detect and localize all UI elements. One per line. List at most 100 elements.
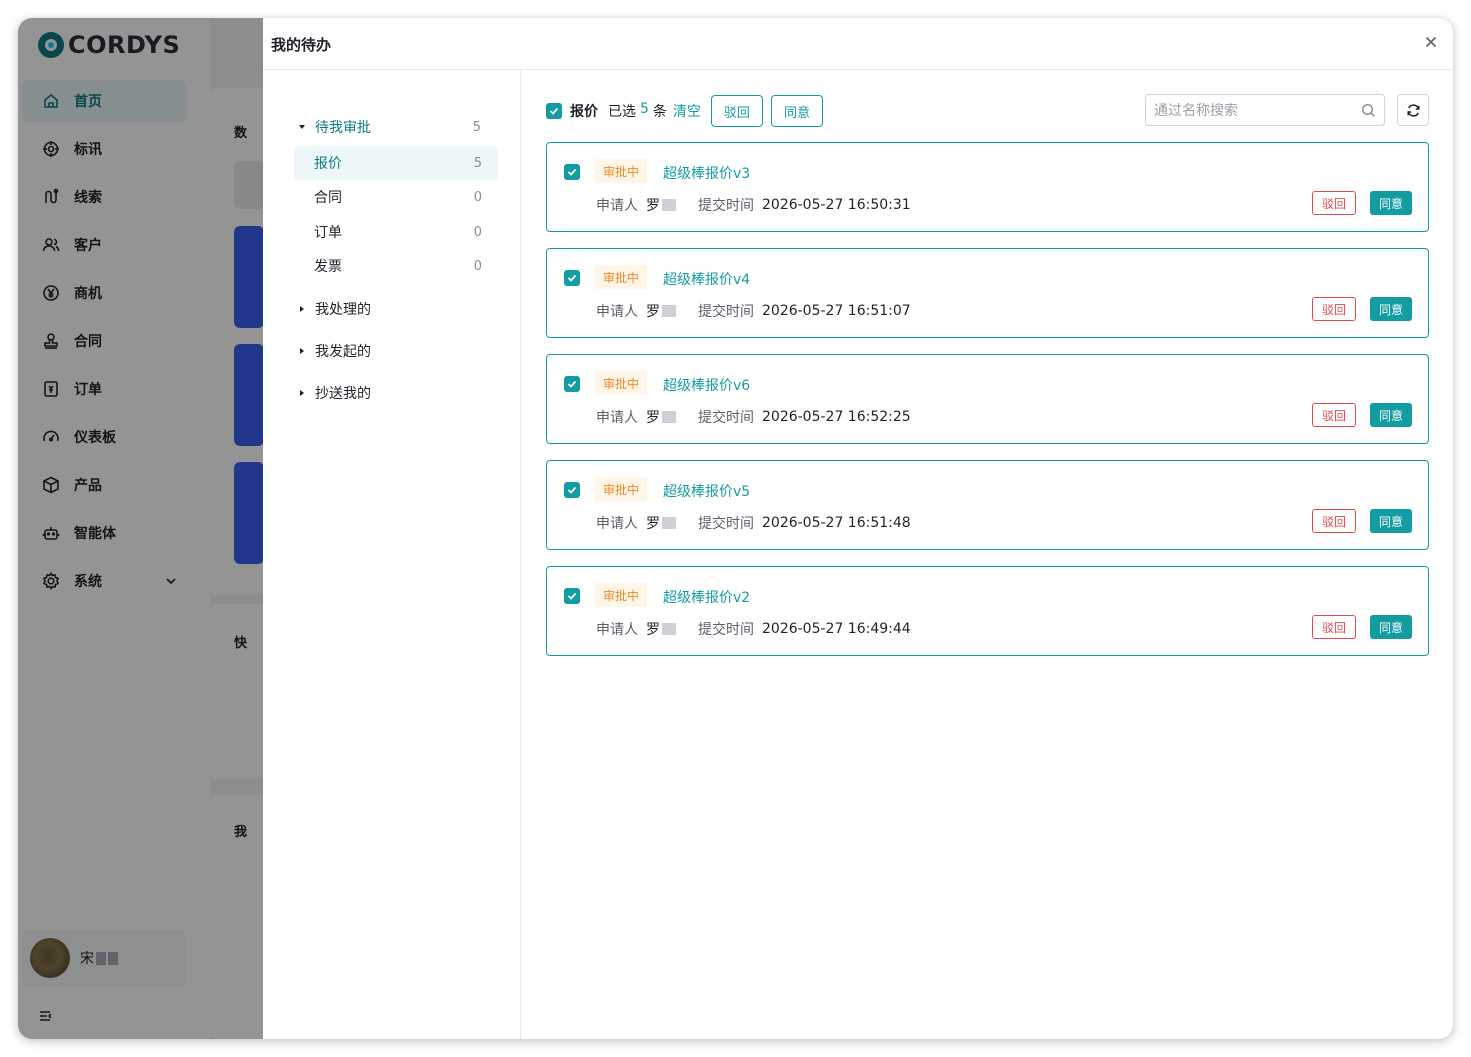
search-input[interactable]: 通过名称搜索	[1145, 94, 1385, 126]
item-checkbox[interactable]	[564, 376, 580, 392]
selected-suffix: 条	[652, 104, 667, 120]
approval-list-panel: 报价 已选 5 条 清空 驳回 同意 通过名称搜索 审批中 超级棒报价v3 申请…	[522, 70, 1453, 1039]
submit-time-value: 2026-05-27 16:51:07	[762, 303, 911, 319]
batch-reject-button[interactable]: 驳回	[710, 95, 763, 127]
search-placeholder: 通过名称搜索	[1154, 103, 1238, 119]
reject-button[interactable]: 驳回	[1311, 297, 1356, 321]
selected-prefix: 已选	[608, 104, 636, 120]
tree-node-invoice[interactable]: 发票 0	[294, 249, 498, 283]
submit-time-label: 提交时间	[698, 410, 754, 426]
item-checkbox[interactable]	[564, 588, 580, 604]
item-name-link[interactable]: 超级棒报价v6	[663, 375, 750, 395]
redacted-block	[662, 199, 676, 211]
todo-drawer: 我的待办 待我审批 5 报价 5 合同 0 订单 0 发票 0 我处理的 我发起…	[263, 18, 1453, 1039]
item-name-link[interactable]: 超级棒报价v4	[663, 269, 750, 289]
tree-node-label: 报价	[314, 156, 342, 172]
refresh-button[interactable]	[1397, 94, 1429, 126]
tree-node-label: 抄送我的	[315, 386, 371, 402]
redacted-block	[662, 305, 676, 317]
tree-node-count: 0	[473, 189, 482, 205]
applicant-label: 申请人	[596, 516, 638, 532]
item-checkbox[interactable]	[564, 270, 580, 286]
applicant-value: 罗	[646, 407, 676, 427]
tree-node-label: 发票	[314, 259, 342, 275]
applicant-name: 罗	[646, 198, 660, 214]
app-window: CORDYS 首页 标讯 线索 客户 商机 合同 订单 仪表板 产品 智能体 系…	[18, 18, 1453, 1039]
applicant-label: 申请人	[596, 622, 638, 638]
status-badge: 审批中	[595, 477, 648, 501]
tree-node-label: 待我审批	[315, 120, 371, 136]
submit-time-label: 提交时间	[698, 304, 754, 320]
submit-time-label: 提交时间	[698, 516, 754, 532]
tree-node-pending-approval[interactable]: 待我审批 5	[293, 110, 497, 144]
caret-right-icon	[295, 302, 309, 316]
drawer-title: 我的待办	[271, 36, 332, 54]
applicant-label: 申请人	[596, 304, 638, 320]
category-tree: 待我审批 5 报价 5 合同 0 订单 0 发票 0 我处理的 我发起的 抄送我…	[263, 70, 521, 1039]
agree-button[interactable]: 同意	[1369, 297, 1412, 321]
batch-toolbar: 报价 已选 5 条 清空 驳回 同意 通过名称搜索	[546, 94, 1429, 128]
agree-button[interactable]: 同意	[1369, 191, 1412, 215]
item-meta: 申请人 罗 提交时间 2026-05-27 16:51:48	[596, 513, 911, 533]
tree-node-handled[interactable]: 我处理的	[293, 292, 497, 326]
approval-card[interactable]: 审批中 超级棒报价v5 申请人 罗 提交时间 2026-05-27 16:51:…	[546, 460, 1429, 550]
caret-right-icon	[295, 386, 309, 400]
agree-button[interactable]: 同意	[1369, 509, 1412, 533]
reject-button[interactable]: 驳回	[1311, 615, 1356, 639]
tree-node-initiated[interactable]: 我发起的	[293, 334, 497, 368]
approval-card[interactable]: 审批中 超级棒报价v3 申请人 罗 提交时间 2026-05-27 16:50:…	[546, 142, 1429, 232]
submit-time-value: 2026-05-27 16:49:44	[762, 621, 911, 637]
agree-button[interactable]: 同意	[1369, 615, 1412, 639]
search-icon[interactable]	[1361, 103, 1376, 118]
item-checkbox[interactable]	[564, 482, 580, 498]
approval-card[interactable]: 审批中 超级棒报价v2 申请人 罗 提交时间 2026-05-27 16:49:…	[546, 566, 1429, 656]
tree-node-count: 5	[472, 119, 481, 135]
tree-node-label: 我发起的	[315, 344, 371, 360]
refresh-icon	[1406, 103, 1420, 117]
item-meta: 申请人 罗 提交时间 2026-05-27 16:51:07	[596, 301, 911, 321]
reject-button[interactable]: 驳回	[1311, 191, 1356, 215]
item-checkbox[interactable]	[564, 164, 580, 180]
tree-node-count: 5	[473, 155, 482, 171]
applicant-value: 罗	[646, 195, 676, 215]
drawer-header: 我的待办	[263, 18, 1453, 70]
selected-count: 5	[640, 101, 649, 117]
tree-node-cc[interactable]: 抄送我的	[293, 376, 497, 410]
select-all-checkbox[interactable]	[546, 103, 562, 119]
tree-node-quote[interactable]: 报价 5	[294, 146, 498, 180]
item-name-link[interactable]: 超级棒报价v3	[663, 163, 750, 183]
tree-node-label: 合同	[314, 190, 342, 206]
approval-card[interactable]: 审批中 超级棒报价v6 申请人 罗 提交时间 2026-05-27 16:52:…	[546, 354, 1429, 444]
applicant-label: 申请人	[596, 198, 638, 214]
tree-node-order[interactable]: 订单 0	[294, 215, 498, 249]
redacted-block	[662, 517, 676, 529]
redacted-block	[662, 623, 676, 635]
submit-time-value: 2026-05-27 16:51:48	[762, 515, 911, 531]
submit-time-label: 提交时间	[698, 198, 754, 214]
clear-selection-link[interactable]: 清空	[673, 101, 701, 121]
status-badge: 审批中	[595, 371, 648, 395]
tree-node-contract[interactable]: 合同 0	[294, 180, 498, 214]
batch-agree-button[interactable]: 同意	[770, 95, 823, 127]
close-icon[interactable]	[1423, 34, 1439, 50]
item-name-link[interactable]: 超级棒报价v2	[663, 587, 750, 607]
applicant-value: 罗	[646, 513, 676, 533]
tree-node-label: 我处理的	[315, 302, 371, 318]
applicant-name: 罗	[646, 622, 660, 638]
category-label: 报价	[570, 104, 598, 120]
reject-button[interactable]: 驳回	[1311, 509, 1356, 533]
approval-card[interactable]: 审批中 超级棒报价v4 申请人 罗 提交时间 2026-05-27 16:51:…	[546, 248, 1429, 338]
caret-right-icon	[295, 344, 309, 358]
item-meta: 申请人 罗 提交时间 2026-05-27 16:49:44	[596, 619, 911, 639]
agree-button[interactable]: 同意	[1369, 403, 1412, 427]
submit-time-label: 提交时间	[698, 622, 754, 638]
status-badge: 审批中	[595, 583, 648, 607]
submit-time-value: 2026-05-27 16:52:25	[762, 409, 911, 425]
applicant-value: 罗	[646, 301, 676, 321]
item-meta: 申请人 罗 提交时间 2026-05-27 16:50:31	[596, 195, 911, 215]
reject-button[interactable]: 驳回	[1311, 403, 1356, 427]
item-meta: 申请人 罗 提交时间 2026-05-27 16:52:25	[596, 407, 911, 427]
applicant-name: 罗	[646, 304, 660, 320]
item-name-link[interactable]: 超级棒报价v5	[663, 481, 750, 501]
applicant-value: 罗	[646, 619, 676, 639]
